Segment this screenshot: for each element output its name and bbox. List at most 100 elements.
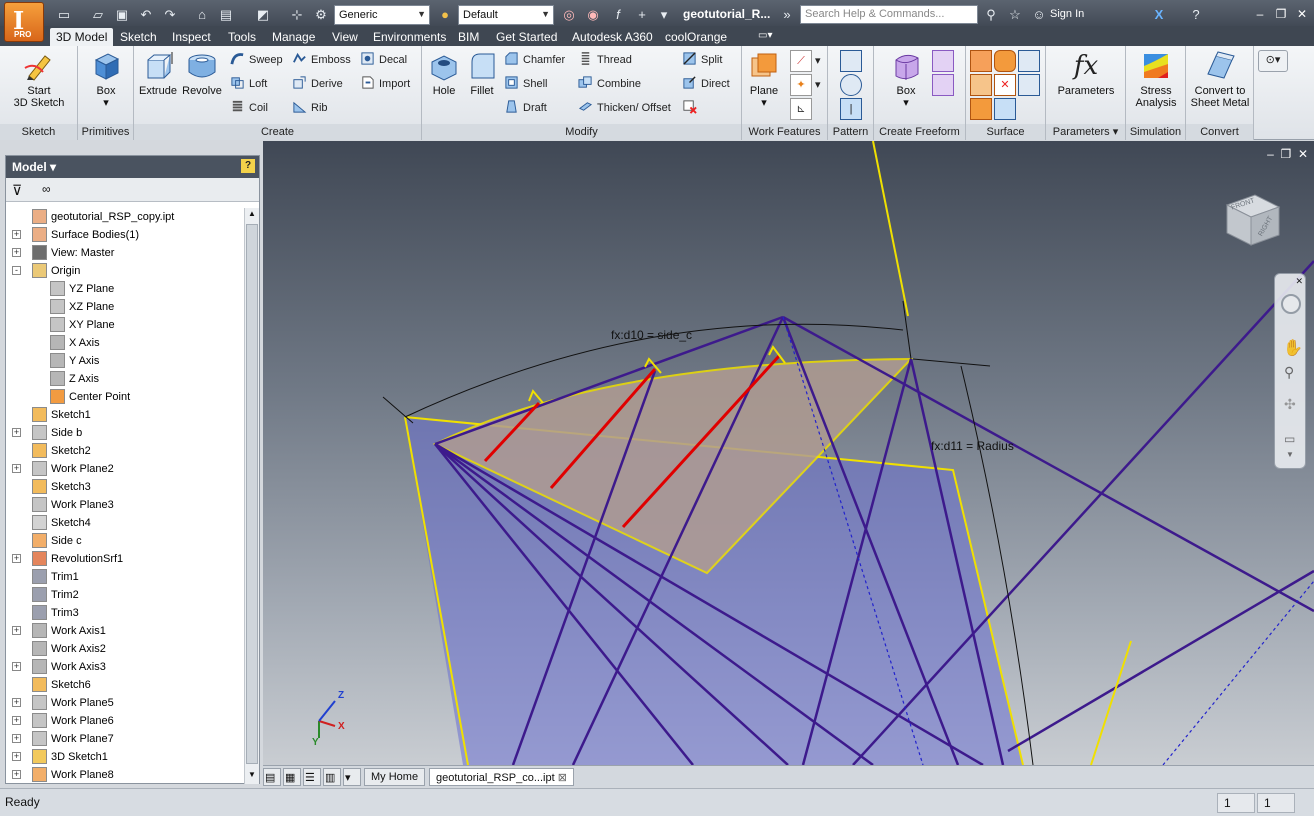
tab-get-started[interactable]: Get Started — [490, 28, 563, 46]
tile-grid-icon[interactable]: ▦ — [283, 768, 301, 786]
application-menu-button[interactable]: I PRO — [4, 2, 44, 42]
exchange-icon[interactable]: X — [1150, 6, 1168, 23]
expand-icon[interactable]: + — [12, 662, 21, 671]
start-3d-sketch-button[interactable]: Start 3D Sketch — [6, 50, 72, 109]
sign-in-link[interactable]: Sign In — [1050, 8, 1084, 20]
split-button[interactable]: Split — [682, 51, 722, 71]
tab-tools[interactable]: Tools — [222, 28, 262, 46]
close-icon[interactable]: ✕ — [1295, 276, 1303, 287]
steering-wheel-icon[interactable] — [1281, 294, 1301, 314]
document-menu-icon[interactable]: ▾ — [343, 768, 361, 786]
undo-icon[interactable]: ↶ — [137, 6, 155, 23]
tab-my-home[interactable]: My Home — [364, 768, 426, 786]
clear-appearance-icon[interactable]: ◉ — [584, 6, 602, 23]
expand-icon[interactable]: + — [12, 770, 21, 779]
material-combo[interactable]: Generic ▼ — [334, 5, 430, 25]
cascade-icon[interactable]: ☰ — [303, 768, 321, 786]
stitch-button[interactable] — [970, 50, 992, 72]
combine-button[interactable]: Combine — [578, 75, 641, 95]
fx-icon[interactable]: f — [609, 6, 627, 23]
shell-button[interactable]: Shell — [504, 75, 547, 95]
binoculars-icon[interactable]: ⚲ — [982, 6, 1000, 23]
derive-button[interactable]: Derive — [292, 75, 343, 95]
tab-active-document[interactable]: geotutorial_RSP_co...ipt ⊠ — [429, 768, 574, 786]
hole-button[interactable]: Hole — [426, 50, 462, 97]
close-icon[interactable]: ⊠ — [558, 772, 567, 784]
box-primitive-button[interactable]: Box ▾ — [86, 50, 126, 109]
tab-sketch[interactable]: Sketch — [114, 28, 163, 46]
minimize-icon[interactable]: – — [1267, 147, 1274, 161]
expand-icon[interactable]: + — [12, 230, 21, 239]
tab-bim[interactable]: BIM — [452, 28, 485, 46]
viewcube[interactable]: FRONT RIGHT — [1221, 189, 1283, 251]
revolve-button[interactable]: Revolve — [180, 50, 224, 97]
scroll-down-icon[interactable]: ▼ — [246, 770, 258, 783]
mirror-button[interactable]: | — [840, 98, 862, 120]
extend-button[interactable] — [1018, 74, 1040, 96]
expand-icon[interactable]: + — [12, 428, 21, 437]
orbit-icon[interactable]: ✣ — [1284, 396, 1296, 413]
stress-analysis-button[interactable]: Stress Analysis — [1130, 50, 1182, 109]
parameters-button[interactable]: fx Parameters — [1052, 50, 1120, 97]
close-icon[interactable]: ✕ — [1298, 147, 1308, 161]
tab-environments[interactable]: Environments — [367, 28, 452, 46]
look-at-icon[interactable]: ▭ — [1284, 432, 1295, 446]
convert-freeform-button[interactable] — [932, 74, 954, 96]
expand-icon[interactable]: + — [12, 716, 21, 725]
filter-icon[interactable]: ⊽ — [12, 182, 22, 199]
point-button[interactable]: ✦ ▾ — [790, 74, 821, 96]
ruled-surface-button[interactable] — [970, 98, 992, 120]
expand-icon[interactable]: + — [12, 248, 21, 257]
fillet-button[interactable]: Fillet — [464, 50, 500, 97]
new-icon[interactable]: ▭ — [55, 6, 73, 23]
minimize-icon[interactable]: – — [1251, 6, 1269, 22]
pan-icon[interactable]: ✋ — [1283, 338, 1303, 358]
update-icon[interactable]: ⚙ — [312, 6, 330, 23]
scroll-up-icon[interactable]: ▲ — [246, 209, 258, 222]
tab-inspect[interactable]: Inspect — [166, 28, 217, 46]
open-icon[interactable]: ▱ — [89, 6, 107, 23]
expand-icon[interactable]: + — [12, 464, 21, 473]
emboss-button[interactable]: Emboss — [292, 51, 351, 71]
browser-header[interactable]: Model ▾ ? — [6, 156, 259, 178]
tab-view[interactable]: View — [326, 28, 364, 46]
expand-icon[interactable]: + — [12, 554, 21, 563]
graphics-viewport[interactable]: fx:d10 = side_c fx:d11 = Radius Z X Y – … — [263, 141, 1314, 765]
expand-icon[interactable]: + — [12, 698, 21, 707]
axis-button[interactable]: ⟋ ▾ — [790, 50, 821, 72]
binoculars-icon[interactable]: ∞ — [42, 182, 51, 196]
print-icon[interactable]: ▤ — [217, 6, 235, 23]
select-icon[interactable]: ◩ — [254, 6, 272, 23]
adjust-icon[interactable]: ◎ — [560, 6, 578, 23]
collapse-icon[interactable]: - — [12, 266, 21, 275]
edit-form-button[interactable] — [932, 50, 954, 72]
expand-icon[interactable]: + — [12, 734, 21, 743]
replace-face-button[interactable] — [994, 98, 1016, 120]
draft-button[interactable]: Draft — [504, 99, 547, 119]
freeform-box-button[interactable]: Box ▾ — [884, 50, 928, 109]
restore-icon[interactable]: ❐ — [1281, 147, 1292, 161]
dimension-label-d10[interactable]: fx:d10 = side_c — [611, 328, 692, 342]
chamfer-button[interactable]: Chamfer — [504, 51, 565, 71]
loft-button[interactable]: Loft — [230, 75, 267, 95]
save-icon[interactable]: ▣ — [113, 6, 131, 23]
appearance-icon[interactable]: ● — [436, 6, 454, 23]
help-icon[interactable]: ? — [241, 159, 255, 173]
convert-to-sheet-metal-button[interactable]: Convert to Sheet Metal — [1188, 50, 1252, 109]
circular-pattern-button[interactable] — [840, 74, 862, 96]
thread-button[interactable]: Thread — [578, 51, 632, 71]
zoom-icon[interactable]: ⚲ — [1284, 364, 1294, 381]
panel-title-parameters[interactable]: Parameters ▾ — [1046, 124, 1125, 140]
redo-icon[interactable]: ↷ — [161, 6, 179, 23]
help-icon[interactable]: ? — [1187, 6, 1205, 23]
ribbon-overflow-button[interactable]: ⊙▾ — [1258, 50, 1288, 72]
rib-button[interactable]: Rib — [292, 99, 328, 119]
star-icon[interactable]: ☆ — [1006, 6, 1024, 23]
tab-3d-model[interactable]: 3D Model — [50, 28, 114, 46]
expand-icon[interactable]: + — [12, 626, 21, 635]
customize-icon[interactable]: ▾ — [655, 6, 673, 23]
expand-icon[interactable]: + — [12, 752, 21, 761]
chevron-down-icon[interactable]: ▼ — [1286, 450, 1294, 459]
tile-horizontal-icon[interactable]: ▤ — [263, 768, 281, 786]
extrude-button[interactable]: Extrude — [138, 50, 178, 97]
